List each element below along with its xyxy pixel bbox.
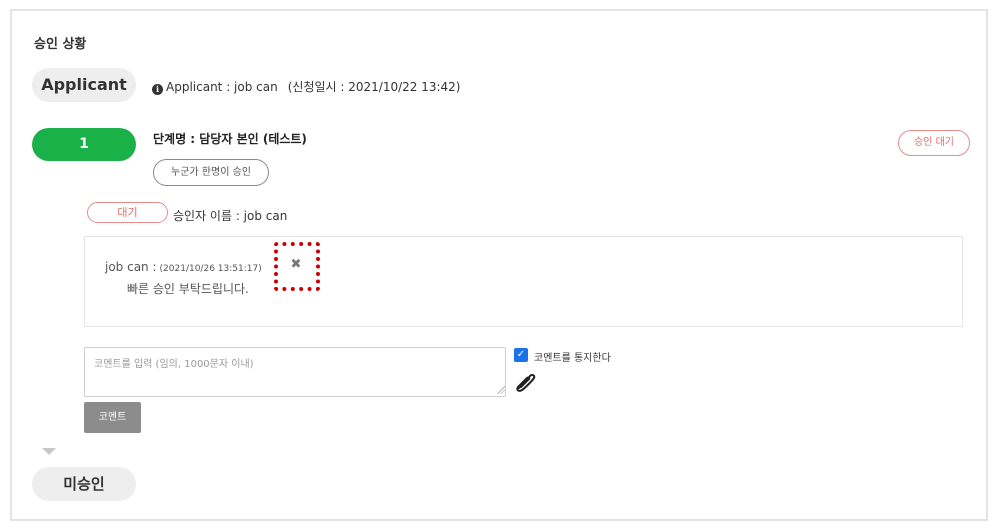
comment-item: job can : (2021/10/26 13:51:17) 빠른 승인 부탁드…: [84, 236, 963, 327]
step-status-badge: 승인 대기: [898, 130, 970, 156]
step-name: 단계명 : 담당자 본인 (테스트): [153, 132, 307, 146]
approver-name: 승인자 이름 : job can: [173, 209, 288, 223]
comment-input[interactable]: [84, 347, 506, 397]
textarea-resize-handle[interactable]: [497, 386, 505, 394]
info-circle-icon: i: [152, 84, 163, 95]
applicant-name: Applicant : job can: [166, 80, 278, 94]
notify-checkbox[interactable]: ✓: [514, 348, 528, 362]
applied-date: (신청일시 : 2021/10/22 13:42): [287, 80, 461, 94]
comment-author-line: job can : (2021/10/26 13:51:17): [105, 260, 262, 274]
section-title: 승인 상황: [34, 37, 87, 52]
close-x-icon[interactable]: ✖: [289, 257, 303, 273]
applicant-info: i Applicant : job can (신청일시 : 2021/10/22 1…: [152, 78, 460, 95]
applicant-badge: Applicant: [32, 68, 136, 102]
next-step-badge: 미승인: [32, 467, 136, 501]
submit-comment-button[interactable]: 코멘트: [84, 402, 141, 433]
notify-checkbox-label[interactable]: 코멘트를 통지한다: [534, 349, 611, 364]
comment-timestamp: (2021/10/26 13:51:17): [159, 264, 262, 274]
approver-status-badge: 대기: [87, 202, 168, 223]
chevron-down-icon: [42, 448, 56, 455]
approval-status-panel: 승인 상황 Applicant i Applicant : job can (신청일…: [10, 9, 988, 521]
paperclip-icon[interactable]: [512, 369, 538, 393]
comment-author: job can :: [105, 260, 157, 274]
approval-rule-button[interactable]: 누군가 한명이 승인: [153, 159, 269, 186]
comment-text: 빠른 승인 부탁드립니다.: [127, 282, 249, 296]
step-number-badge: 1: [32, 128, 136, 161]
